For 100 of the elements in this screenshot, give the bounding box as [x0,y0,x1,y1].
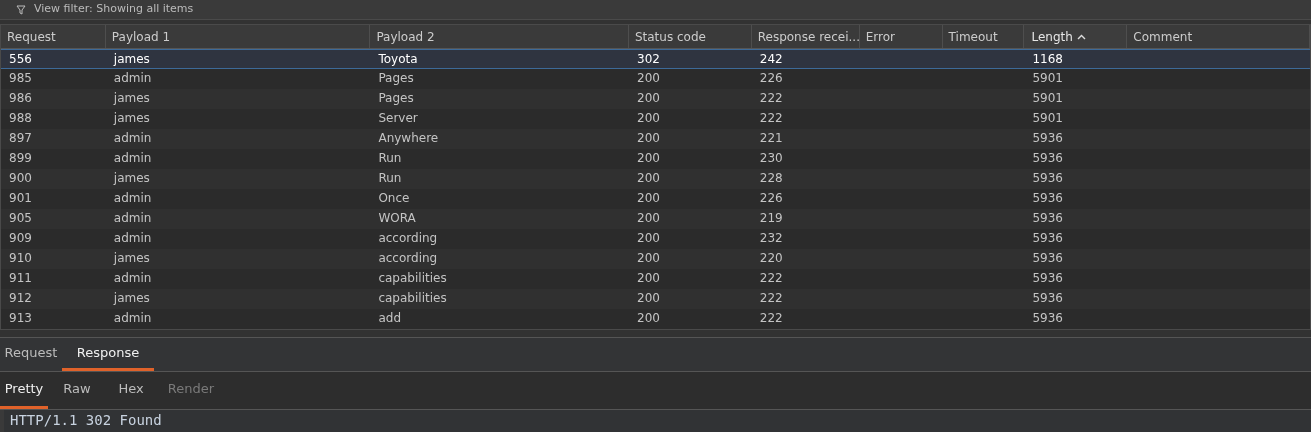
table-cell-text: 556 [8,51,33,68]
table-cell-text: 242 [758,51,784,68]
table-cell-text: 200 [636,130,661,147]
table-cell-text: admin [112,310,153,327]
table-cell-text: james [112,90,151,107]
column-header[interactable]: Payload 1 [105,25,371,48]
table-cell-text: 900 [8,170,33,187]
table-cell-text: admin [112,130,153,147]
table-cell-text: 222 [758,110,784,127]
tab[interactable]: Raw [48,372,106,409]
filter-bar[interactable]: View filter: Showing all items [0,0,1311,20]
table-cell-text: according [377,250,439,267]
table-cell-text: 222 [758,310,784,327]
table-row[interactable]: 986 james Pages 200 222 5901 [1,89,1310,109]
table-cell-text: 200 [636,250,661,267]
table-cell-text: 5901 [1031,70,1064,87]
table-cell-text: 5936 [1031,130,1064,147]
table-cell-text: 200 [636,110,661,127]
table-cell-text: james [112,51,151,68]
table-cell-text: 200 [636,290,661,307]
table-cell-text: 230 [758,150,784,167]
table-cell-text: 302 [636,51,661,68]
table-cell-text: 905 [8,210,33,227]
table-row[interactable]: 900 james Run 200 228 5936 [1,169,1310,189]
filter-text: View filter: Showing all items [34,1,194,18]
table-cell-text: 200 [636,170,661,187]
table-cell-text: 5936 [1031,210,1064,227]
table-cell-text: Server [377,110,419,127]
table-cell-text: 897 [8,130,33,147]
table-cell-text: 200 [636,230,661,247]
column-header[interactable]: Payload 2 [370,25,629,48]
table-cell-text: 222 [758,270,784,287]
table-cell-text: admin [112,210,153,227]
table-cell-text: james [112,250,151,267]
table-cell-text: admin [112,230,153,247]
table-cell-text: admin [112,270,153,287]
table-cell-text: Pages [377,90,415,107]
table-cell-text: 913 [8,310,33,327]
table-cell-text: 226 [758,190,784,207]
table-cell-text: 912 [8,290,33,307]
column-header[interactable]: Error [859,25,943,48]
table-cell-text: 221 [758,130,784,147]
table-cell-text: 5936 [1031,270,1064,287]
table-cell-text: 200 [636,210,661,227]
table-cell-text: admin [112,70,153,87]
table-cell-text: james [112,290,151,307]
tab[interactable]: Request [0,338,62,371]
table-row[interactable]: 897 admin Anywhere 200 221 5936 [1,129,1310,149]
filter-icon [16,4,26,15]
table-cell-text: Run [377,150,403,167]
table-cell-text: add [377,310,402,327]
column-header[interactable]: Status code [628,25,752,48]
table-row[interactable]: 556 james Toyota 302 242 1168 [1,49,1310,69]
column-header[interactable]: Comment [1127,25,1310,48]
table-row[interactable]: 912 james capabilities 200 222 5936 [1,289,1310,309]
table-cell-text: 200 [636,190,661,207]
table-cell-text: 5901 [1031,110,1064,127]
table-cell-text: 220 [758,250,784,267]
table-cell-text: Toyota [377,51,419,68]
table-cell-text: Once [377,190,411,207]
table-cell-text: admin [112,150,153,167]
table-cell-text: 5936 [1031,290,1064,307]
table-cell-text: 200 [636,90,661,107]
table-cell-text: 5936 [1031,230,1064,247]
sort-ascending-icon [1076,33,1086,40]
table-cell-text: 222 [758,90,784,107]
table-cell-text: 232 [758,230,784,247]
table-cell-text: admin [112,190,153,207]
code-line: HTTP/1.1 302 Found [10,411,163,430]
table-cell-text: 200 [636,270,661,287]
table-cell-text: 909 [8,230,33,247]
table-cell-text: capabilities [377,270,448,287]
table-cell-text: 5936 [1031,190,1064,207]
table-cell-text: 200 [636,310,661,327]
table-cell-text: 5936 [1031,170,1064,187]
table-cell-text: 226 [758,70,784,87]
table-cell-text: 899 [8,150,33,167]
table-cell-text: 228 [758,170,784,187]
table-cell-text: 222 [758,290,784,307]
table-cell-text: 200 [636,70,661,87]
table-cell-text: james [112,170,151,187]
tab[interactable]: Hex [106,372,156,409]
table-cell-text: 986 [8,90,33,107]
table-row[interactable]: 905 admin WORA 200 219 5936 [1,209,1310,229]
table-cell-text: 910 [8,250,33,267]
table-cell-text: 988 [8,110,33,127]
column-header[interactable]: Response recei... [751,25,860,48]
table-cell-text: 1168 [1031,51,1064,68]
table-cell-text: Pages [377,70,415,87]
table-cell-text: 219 [758,210,784,227]
table-cell-text: 200 [636,150,661,167]
table-cell-text: WORA [377,210,417,227]
table-cell-text: Anywhere [377,130,440,147]
table-cell-text: 5936 [1031,310,1064,327]
table-cell-text: 5901 [1031,90,1064,107]
table-row[interactable]: 910 james according 200 220 5936 [1,249,1310,269]
column-header[interactable]: Request [1,25,106,48]
table-cell-text: 911 [8,270,33,287]
table-cell-text: james [112,110,151,127]
table-cell-text: according [377,230,439,247]
